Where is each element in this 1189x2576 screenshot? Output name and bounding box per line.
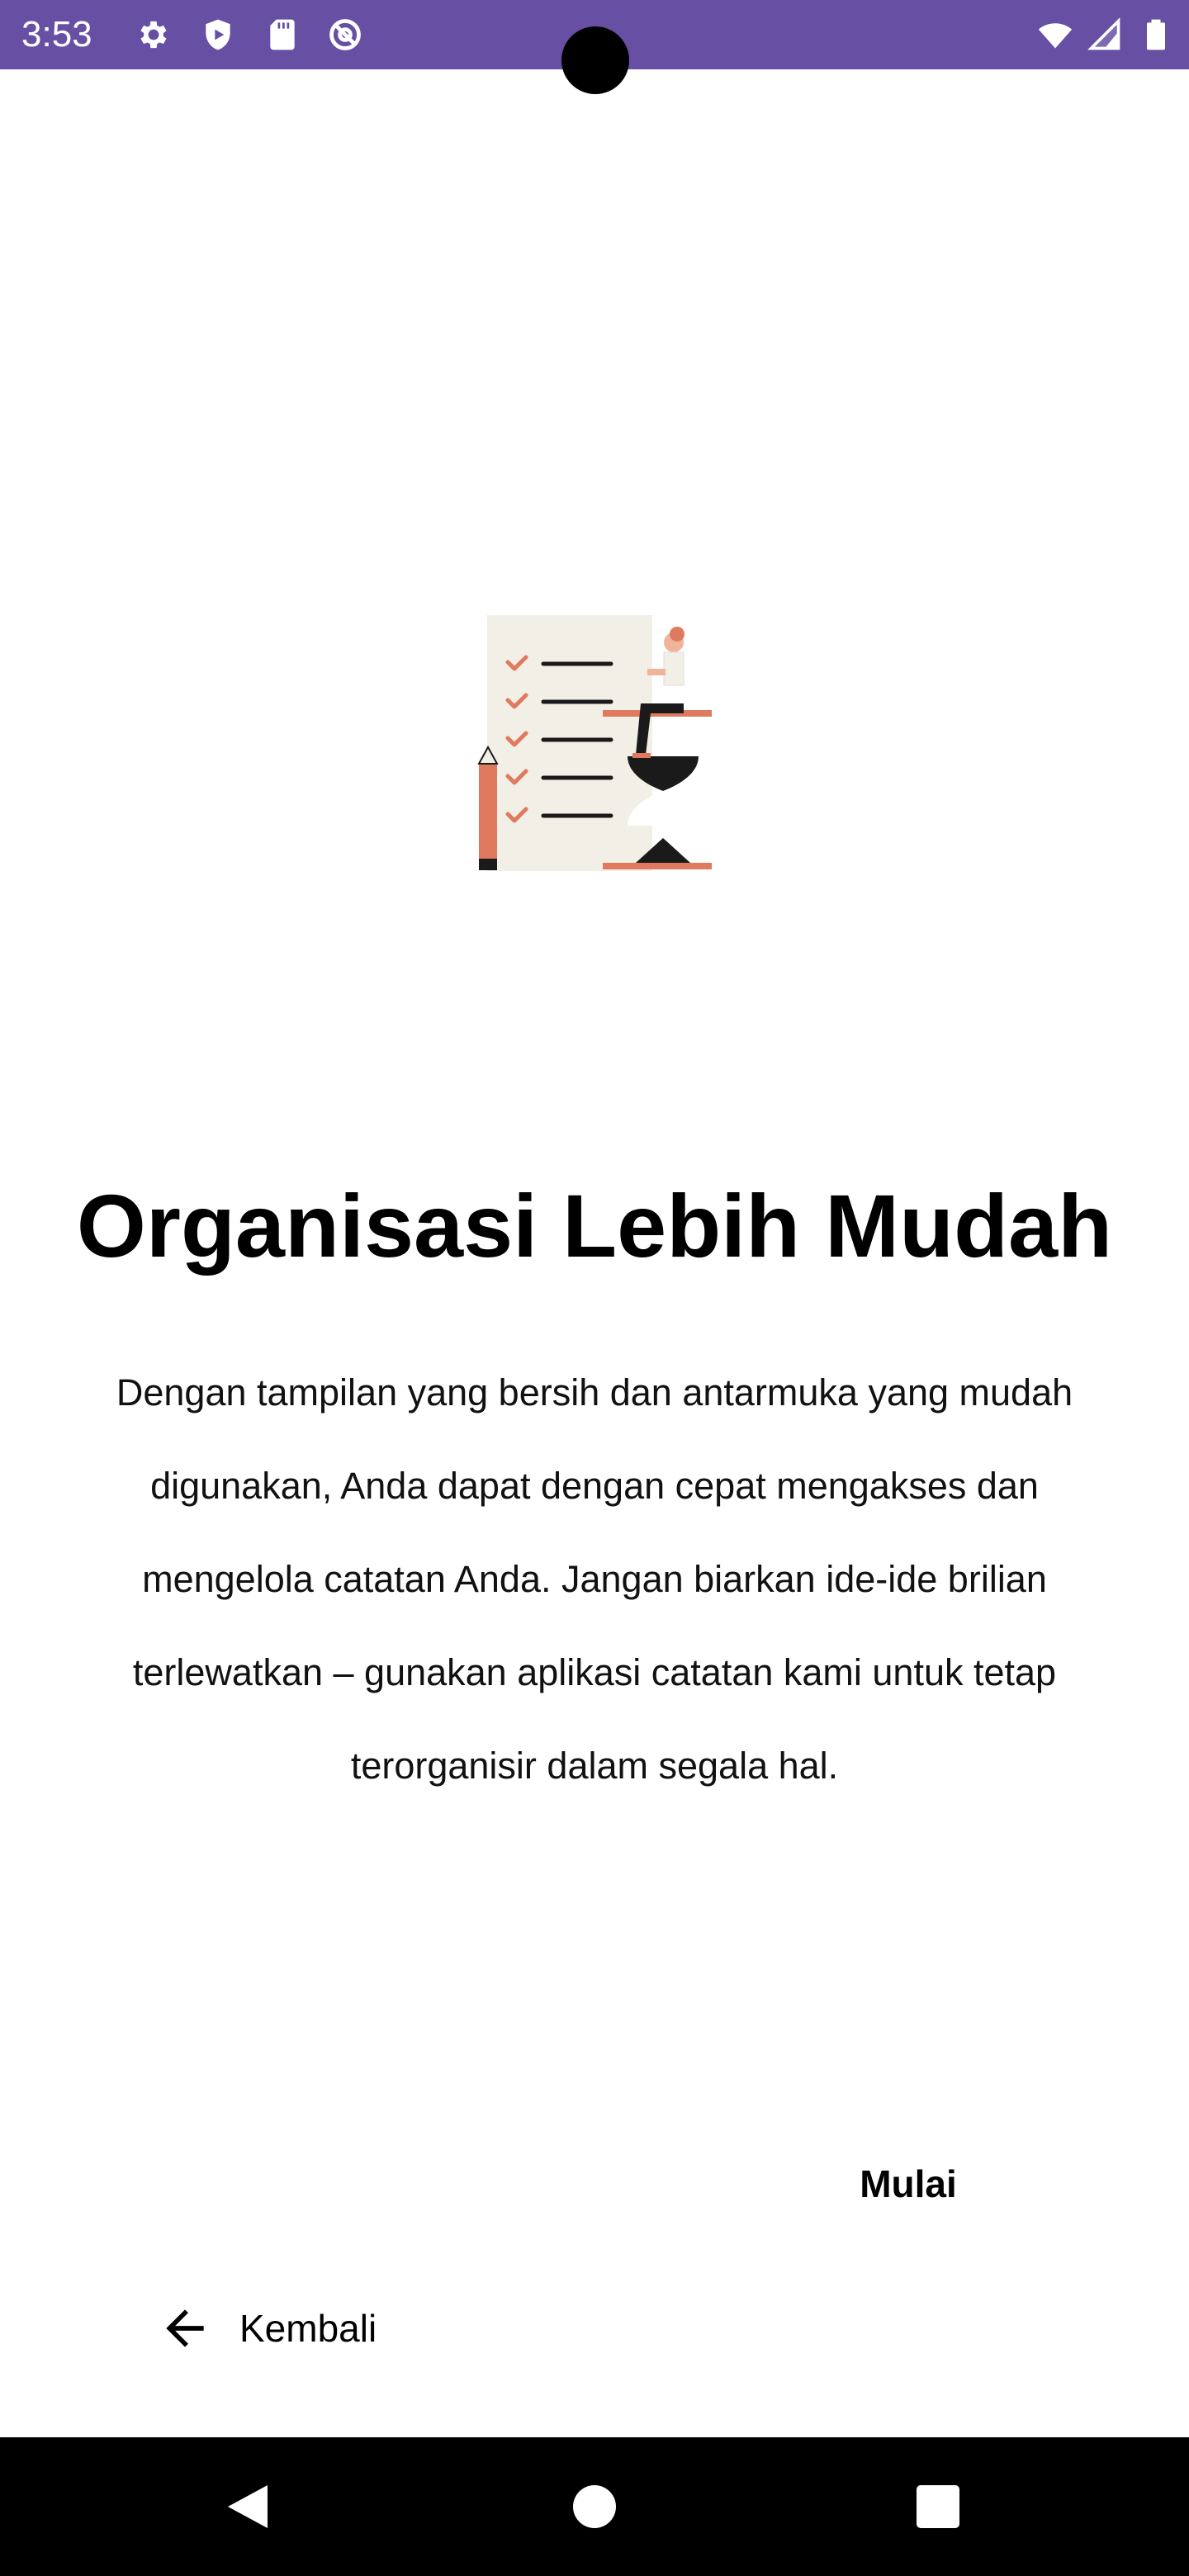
back-button[interactable]: Kembali [157, 2287, 438, 2370]
back-triangle-icon[interactable] [206, 2465, 289, 2548]
system-navigation-bar [0, 2437, 1189, 2576]
onboarding-screen: 3:53 Organisasi Lebih Mudah Dengan tampi… [0, 0, 1189, 2576]
at-sign-icon [327, 17, 363, 53]
recents-square-icon[interactable] [897, 2465, 979, 2548]
gear-icon [135, 17, 172, 53]
status-time: 3:53 [21, 14, 92, 54]
camera-cutout [561, 26, 629, 94]
start-button[interactable]: Mulai [826, 2147, 991, 2221]
sd-card-icon [264, 17, 301, 53]
status-bar: 3:53 [0, 0, 1189, 94]
page-description: Dengan tampilan yang bersih dan antarmuk… [116, 1371, 1073, 1787]
shield-icon [200, 17, 236, 53]
wifi-icon [1037, 17, 1073, 53]
checklist-hourglass-illustration [471, 611, 718, 883]
back-button-label: Kembali [239, 2307, 377, 2350]
start-button-label: Mulai [860, 2162, 957, 2205]
arrow-left-icon [157, 2300, 213, 2356]
page-title: Organisasi Lebih Mudah [76, 1176, 1113, 1276]
battery-icon [1138, 17, 1174, 53]
cellular-signal-icon [1087, 17, 1123, 53]
home-circle-icon[interactable] [553, 2465, 636, 2548]
